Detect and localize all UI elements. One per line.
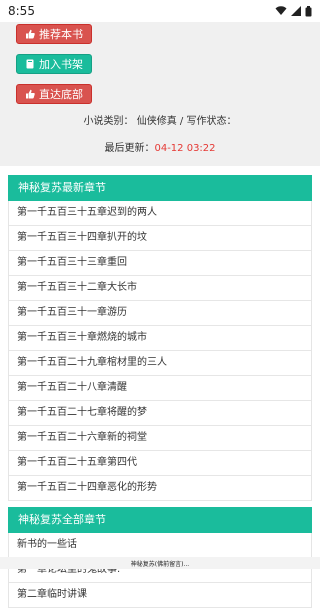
chapter-item[interactable]: 第一千五百三十五章迟到的两人 xyxy=(9,201,311,226)
chapter-item[interactable]: 第一千五百三十四章扒开的坟 xyxy=(9,226,311,251)
chapter-item[interactable]: 第一千五百三十一章游历 xyxy=(9,301,311,326)
book-actions-area: 推荐本书 加入书架 直达底部 小说类别： 仙侠修真 / 写作状态： 最后更新：0… xyxy=(0,22,320,166)
chapter-item[interactable]: 第一千五百三十三章重回 xyxy=(9,251,311,276)
wifi-icon xyxy=(275,6,287,15)
go-to-bottom-button[interactable]: 直达底部 xyxy=(16,84,92,104)
chapter-item[interactable]: 第一千五百二十九章棺材里的三人 xyxy=(9,351,311,376)
thumbs-up-icon xyxy=(26,89,35,99)
bookshelf-label: 加入书架 xyxy=(39,58,83,71)
bottom-bar: 神秘复苏(佛前留言)... xyxy=(0,557,320,569)
chapter-item[interactable]: 第一千五百二十七章将醒的梦 xyxy=(9,401,311,426)
bottom-label: 直达底部 xyxy=(39,88,83,101)
chapter-item[interactable]: 第一千五百二十四章恶化的形势 xyxy=(9,476,311,501)
book-icon xyxy=(26,59,34,69)
battery-icon xyxy=(305,5,312,16)
updated-label: 最后更新： xyxy=(104,143,155,154)
all-chapters-header: 神秘复苏全部章节 xyxy=(8,507,312,533)
updated-time: 04-12 03:22 xyxy=(154,143,216,154)
action-buttons: 推荐本书 加入书架 直达底部 xyxy=(6,22,314,104)
signal-icon xyxy=(291,6,301,16)
latest-chapters-list: 第一千五百三十五章迟到的两人 第一千五百三十四章扒开的坟 第一千五百三十三章重回… xyxy=(8,201,312,501)
bottom-text: 神秘复苏(佛前留言)... xyxy=(130,560,190,568)
recommend-button[interactable]: 推荐本书 xyxy=(16,24,92,44)
last-updated: 最后更新：04-12 03:22 xyxy=(6,139,314,154)
status-bar: 8:55 xyxy=(0,0,320,22)
chapter-item[interactable]: 第一千五百二十五章第四代 xyxy=(9,451,311,476)
add-to-bookshelf-button[interactable]: 加入书架 xyxy=(16,54,92,74)
latest-chapters-header: 神秘复苏最新章节 xyxy=(8,175,312,201)
chapter-item[interactable]: 第二章临时讲课 xyxy=(9,583,311,608)
chapter-item[interactable]: 第一千五百三十二章大长市 xyxy=(9,276,311,301)
chapter-item[interactable]: 新书的一些话 xyxy=(9,533,311,558)
clock: 8:55 xyxy=(8,4,35,18)
chapter-item[interactable]: 第一千五百二十六章新的祠堂 xyxy=(9,426,311,451)
book-info: 小说类别： 仙侠修真 / 写作状态： 最后更新：04-12 03:22 xyxy=(6,104,314,166)
status-icons xyxy=(275,5,312,17)
recommend-label: 推荐本书 xyxy=(39,28,83,41)
chapter-item[interactable]: 第一千五百二十八章清醒 xyxy=(9,376,311,401)
thumbs-up-icon xyxy=(26,29,35,39)
chapter-item[interactable]: 第一千五百三十章燃烧的城市 xyxy=(9,326,311,351)
category-line: 小说类别： 仙侠修真 / 写作状态： xyxy=(83,116,237,127)
all-chapters-list: 新书的一些话 第一章论坛里的鬼故事. 第二章临时讲课 xyxy=(8,533,312,608)
